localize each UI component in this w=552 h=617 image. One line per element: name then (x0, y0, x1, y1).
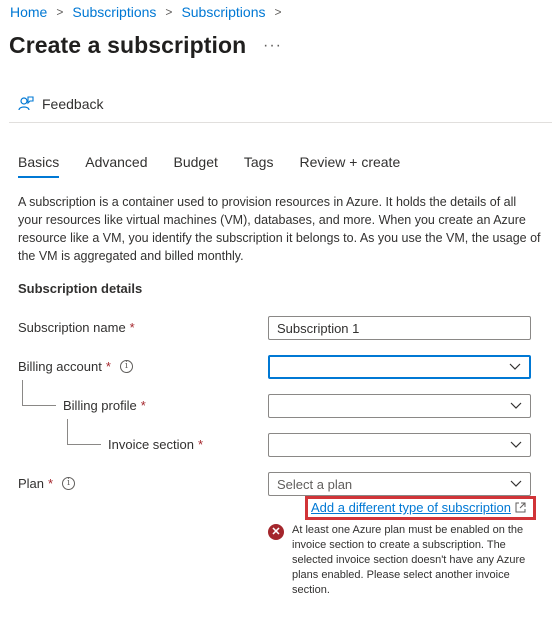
tab-tags[interactable]: Tags (244, 154, 274, 178)
billing-profile-label: Billing profile * (63, 398, 146, 413)
breadcrumb-home-link[interactable]: Home (10, 4, 47, 20)
feedback-icon (18, 96, 34, 111)
tab-review-create[interactable]: Review + create (299, 154, 400, 178)
toolbar-divider (9, 122, 552, 123)
page-title: Create a subscription (9, 32, 247, 58)
section-title: Subscription details (18, 281, 143, 296)
plan-dropdown[interactable]: Select a plan (268, 472, 531, 496)
breadcrumb-subscriptions-link[interactable]: Subscriptions (72, 4, 156, 20)
info-icon[interactable]: i (62, 477, 76, 490)
info-icon[interactable]: i (119, 360, 133, 373)
feedback-label: Feedback (42, 96, 104, 112)
tree-connector (22, 380, 56, 406)
chevron-right-icon: > (165, 5, 173, 19)
chevron-down-icon (510, 480, 522, 487)
invoice-section-label-text: Invoice section (108, 437, 194, 452)
required-marker: * (198, 437, 204, 452)
plan-label-text: Plan (18, 476, 45, 491)
feedback-button[interactable]: Feedback (18, 96, 103, 112)
chevron-down-icon (510, 402, 522, 409)
billing-account-dropdown[interactable] (268, 355, 531, 379)
breadcrumb-subscriptions-link-2[interactable]: Subscriptions (181, 4, 265, 20)
error-message: ✕ At least one Azure plan must be enable… (268, 523, 527, 598)
plan-placeholder: Select a plan (277, 476, 353, 492)
tab-basics[interactable]: Basics (18, 154, 60, 178)
subscription-name-input[interactable]: Subscription 1 (268, 316, 531, 340)
external-link-icon (515, 502, 526, 513)
required-marker: * (129, 320, 135, 335)
add-subscription-type-link-text: Add a different type of subscription (311, 500, 511, 515)
chevron-right-icon: > (274, 5, 282, 19)
tree-connector (67, 419, 101, 445)
billing-profile-dropdown[interactable] (268, 394, 531, 418)
chevron-right-icon: > (56, 5, 64, 19)
add-subscription-type-link[interactable]: Add a different type of subscription (311, 500, 526, 515)
billing-account-label-text: Billing account (18, 359, 102, 374)
more-options-button[interactable]: ··· (263, 37, 282, 55)
billing-account-label: Billing account * i (18, 359, 133, 374)
invoice-section-label: Invoice section * (108, 437, 203, 452)
tab-list: Basics Advanced Budget Tags Review + cre… (18, 154, 426, 178)
error-text: At least one Azure plan must be enabled … (292, 524, 526, 596)
breadcrumb: Home > Subscriptions > Subscriptions > (10, 4, 291, 20)
subscription-name-label: Subscription name * (18, 320, 135, 335)
invoice-section-dropdown[interactable] (268, 433, 531, 457)
required-marker: * (140, 398, 146, 413)
subscription-name-label-text: Subscription name (18, 320, 126, 335)
error-icon: ✕ (268, 524, 284, 540)
chevron-down-icon (509, 363, 521, 370)
page-description: A subscription is a container used to pr… (18, 195, 541, 263)
required-marker: * (105, 359, 111, 374)
tab-budget[interactable]: Budget (174, 154, 218, 178)
billing-profile-label-text: Billing profile (63, 398, 137, 413)
plan-label: Plan * i (18, 476, 76, 491)
chevron-down-icon (510, 441, 522, 448)
subscription-name-value: Subscription 1 (277, 320, 360, 336)
tab-advanced[interactable]: Advanced (85, 154, 147, 178)
required-marker: * (48, 476, 54, 491)
